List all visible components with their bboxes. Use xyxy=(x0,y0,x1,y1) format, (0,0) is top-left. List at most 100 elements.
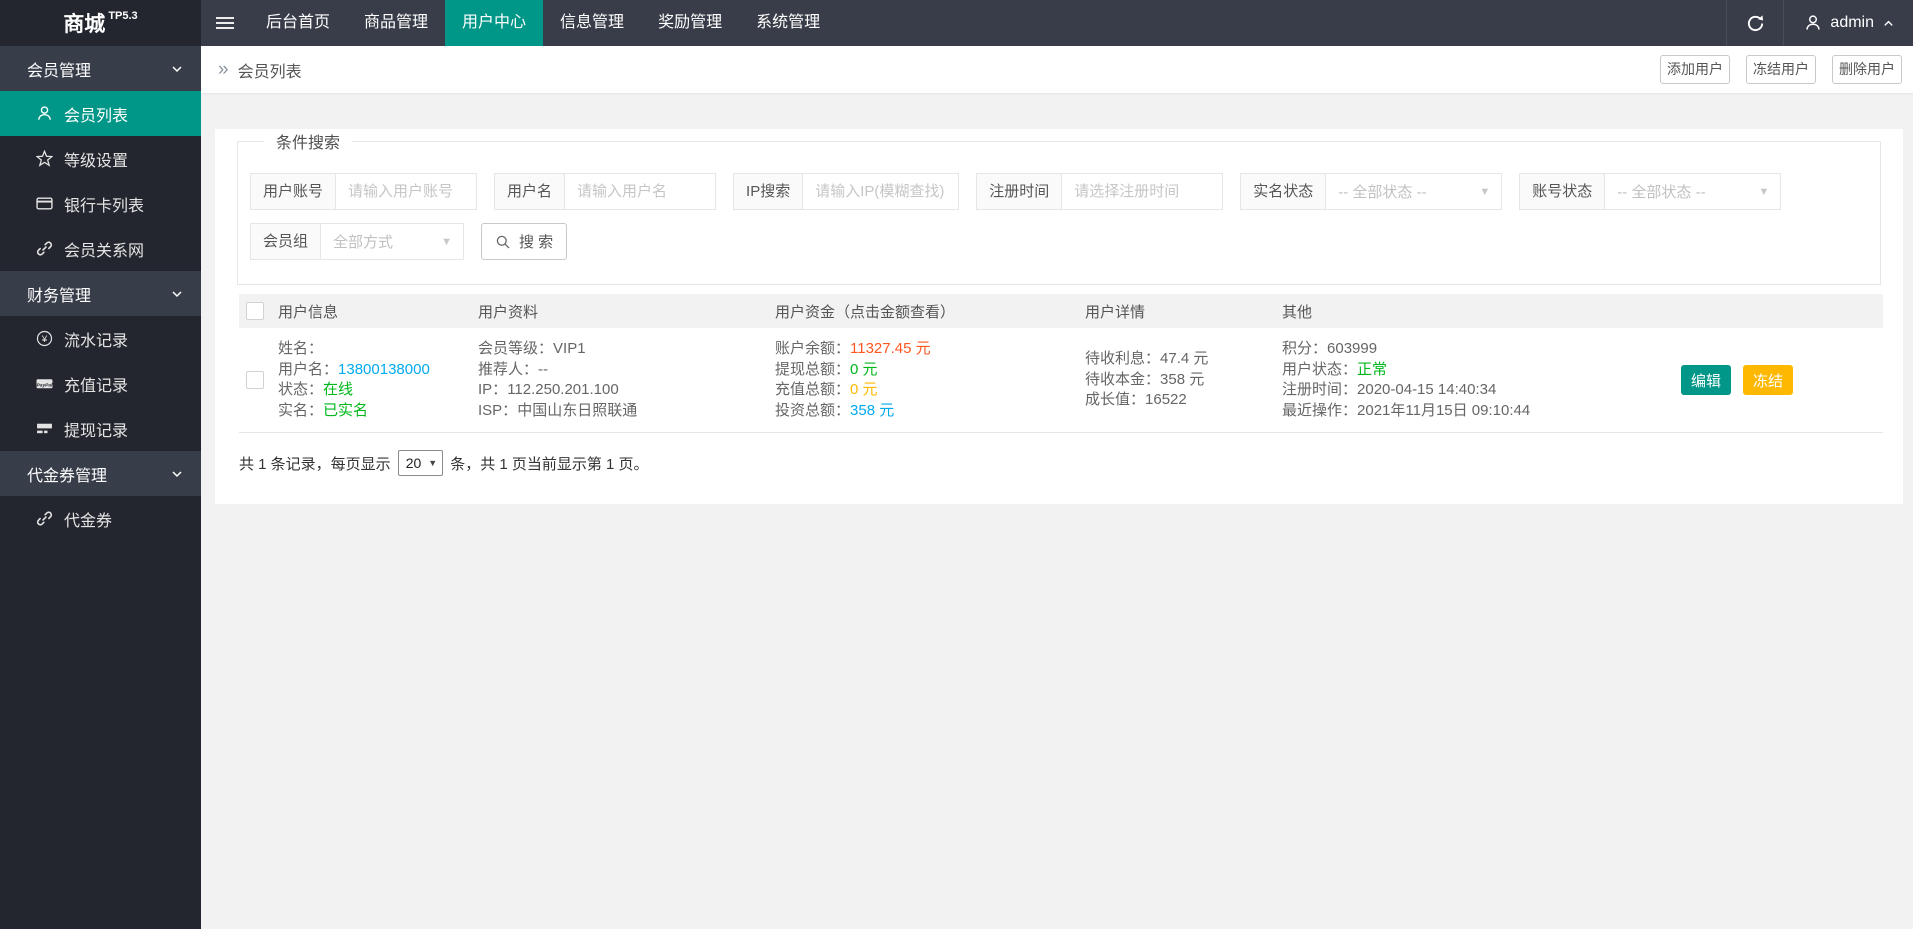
sidebar-section-title: 财务管理 xyxy=(27,287,92,305)
field-realname-status: 实名状态 -- 全部状态 -- ▼ xyxy=(1240,173,1503,210)
sidebar-item-level-settings[interactable]: 等级设置 xyxy=(0,136,201,181)
sidebar-item-voucher[interactable]: 代金券 xyxy=(0,496,201,541)
top-nav: 后台首页 商品管理 用户中心 信息管理 奖励管理 系统管理 xyxy=(249,0,837,46)
nav-item-user-center[interactable]: 用户中心 xyxy=(445,0,544,46)
edit-button[interactable]: 编辑 xyxy=(1681,365,1732,395)
username-input[interactable] xyxy=(565,174,716,209)
select-value: 全部方式 xyxy=(333,234,394,251)
user-details-cell: 待收利息：47.4 元 待收本金：358 元 成长值：16522 xyxy=(1085,350,1209,409)
page-size-value: 20 xyxy=(405,455,422,471)
app-title: 商城 xyxy=(63,13,106,36)
star-icon xyxy=(36,150,53,167)
search-button[interactable]: 搜 索 xyxy=(481,223,568,260)
field-label: 会员组 xyxy=(251,224,322,259)
nav-item-info[interactable]: 信息管理 xyxy=(543,0,641,46)
username-link[interactable]: 13800138000 xyxy=(338,361,430,378)
topbar-right: admin xyxy=(1726,0,1913,46)
freeze-button[interactable]: 冻结 xyxy=(1743,365,1794,395)
register-time: 2020-04-15 14:40:34 xyxy=(1357,381,1497,398)
table-row: 姓名： 用户名：13800138000 状态：在线 实名：已实名 会员等级：VI… xyxy=(239,328,1883,433)
sidebar-item-member-network[interactable]: 会员关系网 xyxy=(0,226,201,271)
sidebar-section-voucher-management[interactable]: 代金券管理 xyxy=(0,451,201,496)
sidebar-section-finance-management[interactable]: 财务管理 xyxy=(0,271,201,316)
row-checkbox[interactable] xyxy=(246,371,264,389)
header-user-details: 用户详情 xyxy=(1085,303,1146,321)
app-version: TP5.3 xyxy=(108,10,138,22)
sidebar-item-member-list[interactable]: 会员列表 xyxy=(0,91,201,136)
sidebar-item-label: 代金券 xyxy=(64,512,113,530)
field-label: 账号状态 xyxy=(1520,174,1606,209)
user-icon xyxy=(36,105,53,122)
sidebar-item-bank-card-list[interactable]: 银行卡列表 xyxy=(0,181,201,226)
header-other: 其他 xyxy=(1282,303,1313,321)
other-cell: 积分：603999 用户状态：正常 注册时间：2020-04-15 14:40:… xyxy=(1282,340,1531,419)
header-user-profile: 用户资料 xyxy=(478,303,539,321)
pagination-suffix: 条，共 1 页当前显示第 1 页。 xyxy=(450,455,649,473)
refresh-button[interactable] xyxy=(1726,0,1785,46)
vip-level: VIP1 xyxy=(553,340,586,357)
nav-item-system[interactable]: 系统管理 xyxy=(739,0,837,46)
select-arrow-icon: ▼ xyxy=(1479,185,1491,198)
sidebar-item-flow-records[interactable]: ¥ 流水记录 xyxy=(0,316,201,361)
register-time-input[interactable] xyxy=(1062,174,1223,209)
field-label: IP搜索 xyxy=(734,174,804,209)
chevron-down-icon xyxy=(170,287,184,301)
pagination: 共 1 条记录，每页显示 20 ▼ 条，共 1 页当前显示第 1 页。 xyxy=(239,450,1879,476)
user-account-input[interactable] xyxy=(336,174,477,209)
sidebar-item-withdraw-records[interactable]: 提现记录 xyxy=(0,406,201,451)
user-menu[interactable]: admin xyxy=(1784,0,1913,46)
recharge-total[interactable]: 0 元 xyxy=(850,381,878,398)
freeze-user-button[interactable]: 冻结用户 xyxy=(1746,55,1816,84)
topbar: 商城 TP5.3 后台首页 商品管理 用户中心 信息管理 奖励管理 系统管理 a… xyxy=(0,0,1913,46)
delete-user-button[interactable]: 删除用户 xyxy=(1832,55,1902,84)
breadcrumb-chevrons-icon: » xyxy=(218,58,229,80)
sidebar-section-member-management[interactable]: 会员管理 xyxy=(0,46,201,91)
sidebar-item-label: 提现记录 xyxy=(64,422,129,440)
account-status-select[interactable]: -- 全部状态 -- ▼ xyxy=(1605,174,1780,209)
isp: 中国山东日照联通 xyxy=(517,401,638,419)
nav-item-goods[interactable]: 商品管理 xyxy=(347,0,445,46)
field-user-account: 用户账号 xyxy=(250,173,478,210)
sidebar-item-label: 会员列表 xyxy=(64,107,129,125)
sidebar-item-label: 充值记录 xyxy=(64,377,129,395)
field-member-group: 会员组 全部方式 ▼ xyxy=(250,223,465,260)
member-list-card: 条件搜索 用户账号 用户名 IP搜索 注册时间 xyxy=(215,129,1903,504)
sidebar-item-label: 银行卡列表 xyxy=(64,197,145,215)
withdraw-card-icon xyxy=(36,420,53,437)
account-balance[interactable]: 11327.45 元 xyxy=(850,340,931,357)
field-label: 注册时间 xyxy=(977,174,1063,209)
realname-label: 实名： xyxy=(278,401,324,419)
sidebar-item-label: 会员关系网 xyxy=(64,242,145,260)
select-value: -- 全部状态 -- xyxy=(1338,184,1427,201)
add-user-button[interactable]: 添加用户 xyxy=(1660,55,1730,84)
search-button-label: 搜 索 xyxy=(519,234,554,251)
search-fieldset: 条件搜索 用户账号 用户名 IP搜索 注册时间 xyxy=(237,129,1881,285)
member-table: 用户信息 用户资料 用户资金（点击金额查看） 用户详情 其他 姓名： 用户名：1… xyxy=(239,294,1883,433)
nav-item-dashboard[interactable]: 后台首页 xyxy=(249,0,347,46)
growth-value: 16522 xyxy=(1145,391,1187,409)
realname-status: 已实名 xyxy=(323,401,369,419)
invest-total[interactable]: 358 元 xyxy=(850,402,894,419)
realname-status-select[interactable]: -- 全部状态 -- ▼ xyxy=(1326,174,1501,209)
toolbar-actions: 添加用户 冻结用户 删除用户 xyxy=(1660,55,1902,84)
app-logo: 商城 TP5.3 xyxy=(0,0,201,46)
nav-item-reward[interactable]: 奖励管理 xyxy=(641,0,739,46)
search-legend-text: 条件搜索 xyxy=(276,135,341,152)
member-group-select[interactable]: 全部方式 ▼ xyxy=(321,224,463,259)
status-label: 状态： xyxy=(278,381,324,398)
menu-toggle-icon[interactable] xyxy=(201,0,249,46)
select-all-checkbox[interactable] xyxy=(246,302,264,320)
withdraw-total[interactable]: 0 元 xyxy=(850,361,878,378)
svg-text:PayPal: PayPal xyxy=(37,382,54,388)
user-profile-cell: 会员等级：VIP1 推荐人：-- IP：112.250.201.100 ISP：… xyxy=(478,340,638,419)
ip-search-input[interactable] xyxy=(803,174,959,209)
refresh-icon xyxy=(1746,14,1765,33)
sidebar-section-title: 代金券管理 xyxy=(27,467,108,485)
page-size-select[interactable]: 20 ▼ xyxy=(397,450,444,476)
page-toolbar: » 会员列表 添加用户 冻结用户 删除用户 xyxy=(201,46,1913,93)
field-label: 用户名 xyxy=(495,174,566,209)
pending-interest: 47.4 元 xyxy=(1160,350,1209,368)
sidebar-item-recharge-records[interactable]: PayPal 充值记录 xyxy=(0,361,201,406)
username: admin xyxy=(1830,14,1874,31)
sidebar-section-title: 会员管理 xyxy=(27,62,92,80)
